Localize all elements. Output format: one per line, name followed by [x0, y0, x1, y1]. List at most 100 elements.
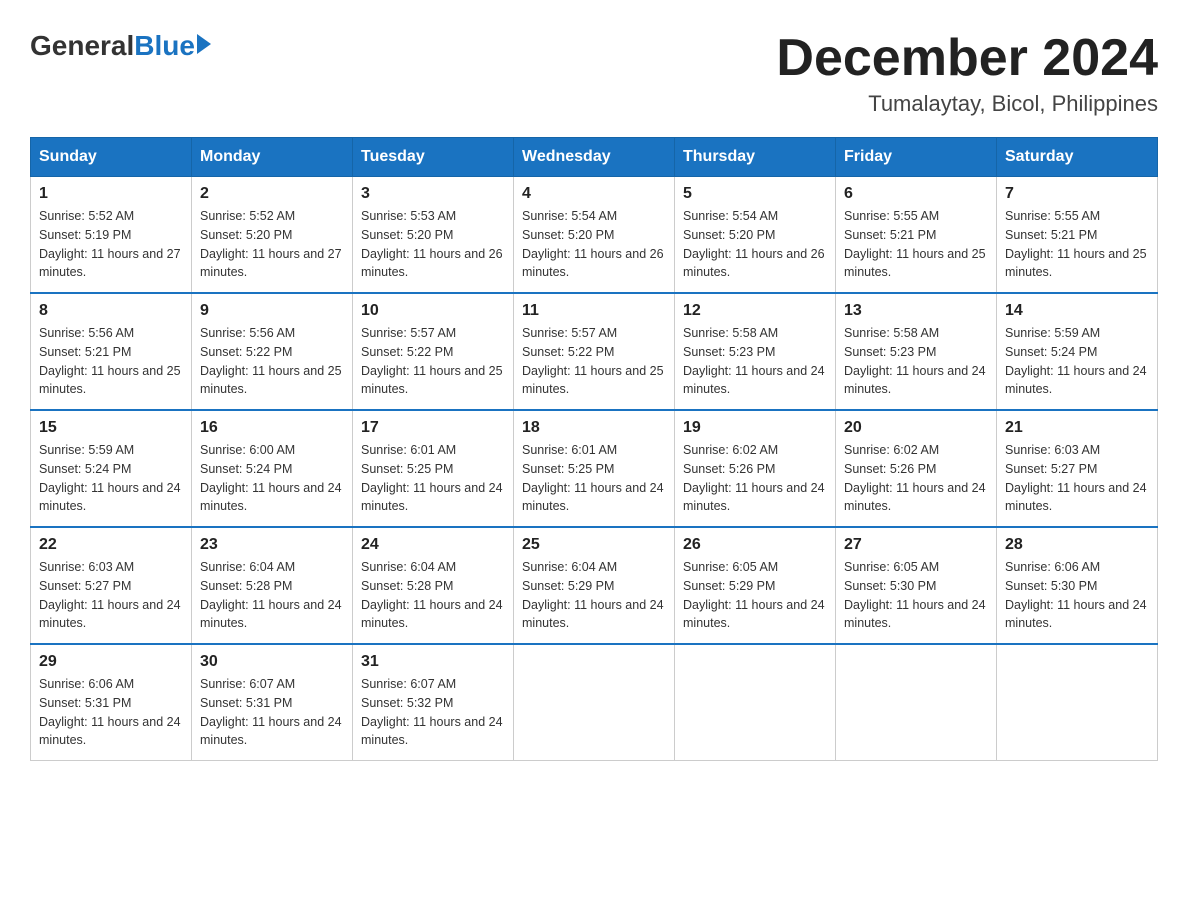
calendar-cell: 8 Sunrise: 5:56 AM Sunset: 5:21 PM Dayli…	[31, 293, 192, 410]
sunset-label: Sunset: 5:30 PM	[1005, 579, 1097, 593]
day-info: Sunrise: 6:07 AM Sunset: 5:31 PM Dayligh…	[200, 675, 344, 750]
day-number: 26	[683, 536, 827, 554]
sunrise-label: Sunrise: 6:01 AM	[522, 443, 617, 457]
sunset-label: Sunset: 5:22 PM	[522, 345, 614, 359]
day-number: 17	[361, 419, 505, 437]
calendar-cell: 17 Sunrise: 6:01 AM Sunset: 5:25 PM Dayl…	[353, 410, 514, 527]
daylight-label: Daylight: 11 hours and 26 minutes.	[522, 247, 664, 280]
sunrise-label: Sunrise: 6:04 AM	[200, 560, 295, 574]
sunset-label: Sunset: 5:30 PM	[844, 579, 936, 593]
day-info: Sunrise: 5:59 AM Sunset: 5:24 PM Dayligh…	[39, 441, 183, 516]
daylight-label: Daylight: 11 hours and 25 minutes.	[39, 364, 181, 397]
page-header: General Blue December 2024 Tumalaytay, B…	[30, 30, 1158, 117]
day-info: Sunrise: 6:01 AM Sunset: 5:25 PM Dayligh…	[522, 441, 666, 516]
sunset-label: Sunset: 5:20 PM	[361, 228, 453, 242]
logo-blue-text: Blue	[134, 30, 195, 62]
day-number: 9	[200, 302, 344, 320]
calendar-cell: 6 Sunrise: 5:55 AM Sunset: 5:21 PM Dayli…	[836, 177, 997, 294]
day-info: Sunrise: 5:54 AM Sunset: 5:20 PM Dayligh…	[522, 207, 666, 282]
sunset-label: Sunset: 5:31 PM	[39, 696, 131, 710]
daylight-label: Daylight: 11 hours and 24 minutes.	[522, 598, 664, 631]
day-number: 23	[200, 536, 344, 554]
calendar-cell: 30 Sunrise: 6:07 AM Sunset: 5:31 PM Dayl…	[192, 644, 353, 761]
sunrise-label: Sunrise: 6:06 AM	[39, 677, 134, 691]
sunrise-label: Sunrise: 6:05 AM	[683, 560, 778, 574]
day-number: 22	[39, 536, 183, 554]
daylight-label: Daylight: 11 hours and 25 minutes.	[522, 364, 664, 397]
sunrise-label: Sunrise: 6:02 AM	[683, 443, 778, 457]
calendar-cell: 12 Sunrise: 5:58 AM Sunset: 5:23 PM Dayl…	[675, 293, 836, 410]
day-info: Sunrise: 5:59 AM Sunset: 5:24 PM Dayligh…	[1005, 324, 1149, 399]
daylight-label: Daylight: 11 hours and 24 minutes.	[1005, 481, 1147, 514]
day-info: Sunrise: 6:03 AM Sunset: 5:27 PM Dayligh…	[1005, 441, 1149, 516]
day-info: Sunrise: 5:52 AM Sunset: 5:20 PM Dayligh…	[200, 207, 344, 282]
sunset-label: Sunset: 5:25 PM	[361, 462, 453, 476]
daylight-label: Daylight: 11 hours and 24 minutes.	[361, 481, 503, 514]
day-info: Sunrise: 6:05 AM Sunset: 5:30 PM Dayligh…	[844, 558, 988, 633]
daylight-label: Daylight: 11 hours and 24 minutes.	[844, 598, 986, 631]
calendar-cell: 18 Sunrise: 6:01 AM Sunset: 5:25 PM Dayl…	[514, 410, 675, 527]
day-number: 27	[844, 536, 988, 554]
daylight-label: Daylight: 11 hours and 24 minutes.	[361, 598, 503, 631]
sunset-label: Sunset: 5:24 PM	[200, 462, 292, 476]
calendar-cell: 21 Sunrise: 6:03 AM Sunset: 5:27 PM Dayl…	[997, 410, 1158, 527]
sunrise-label: Sunrise: 6:04 AM	[522, 560, 617, 574]
day-number: 4	[522, 185, 666, 203]
day-info: Sunrise: 6:01 AM Sunset: 5:25 PM Dayligh…	[361, 441, 505, 516]
sunrise-label: Sunrise: 5:55 AM	[1005, 209, 1100, 223]
sunset-label: Sunset: 5:21 PM	[1005, 228, 1097, 242]
daylight-label: Daylight: 11 hours and 24 minutes.	[844, 364, 986, 397]
daylight-label: Daylight: 11 hours and 27 minutes.	[39, 247, 181, 280]
sunset-label: Sunset: 5:19 PM	[39, 228, 131, 242]
sunrise-label: Sunrise: 6:07 AM	[200, 677, 295, 691]
sunrise-label: Sunrise: 5:54 AM	[683, 209, 778, 223]
calendar-body: 1 Sunrise: 5:52 AM Sunset: 5:19 PM Dayli…	[31, 177, 1158, 761]
sunset-label: Sunset: 5:21 PM	[844, 228, 936, 242]
day-number: 12	[683, 302, 827, 320]
sunrise-label: Sunrise: 5:55 AM	[844, 209, 939, 223]
sunset-label: Sunset: 5:29 PM	[522, 579, 614, 593]
day-number: 6	[844, 185, 988, 203]
day-info: Sunrise: 6:07 AM Sunset: 5:32 PM Dayligh…	[361, 675, 505, 750]
sunrise-label: Sunrise: 6:03 AM	[1005, 443, 1100, 457]
day-info: Sunrise: 5:56 AM Sunset: 5:21 PM Dayligh…	[39, 324, 183, 399]
calendar-cell: 7 Sunrise: 5:55 AM Sunset: 5:21 PM Dayli…	[997, 177, 1158, 294]
day-number: 8	[39, 302, 183, 320]
calendar-cell: 2 Sunrise: 5:52 AM Sunset: 5:20 PM Dayli…	[192, 177, 353, 294]
sunrise-label: Sunrise: 5:57 AM	[522, 326, 617, 340]
sunrise-label: Sunrise: 5:59 AM	[39, 443, 134, 457]
day-number: 1	[39, 185, 183, 203]
calendar-cell: 11 Sunrise: 5:57 AM Sunset: 5:22 PM Dayl…	[514, 293, 675, 410]
day-number: 2	[200, 185, 344, 203]
sunset-label: Sunset: 5:31 PM	[200, 696, 292, 710]
calendar-cell: 29 Sunrise: 6:06 AM Sunset: 5:31 PM Dayl…	[31, 644, 192, 761]
sunrise-label: Sunrise: 6:01 AM	[361, 443, 456, 457]
day-number: 7	[1005, 185, 1149, 203]
day-number: 19	[683, 419, 827, 437]
logo: General Blue	[30, 30, 211, 62]
sunrise-label: Sunrise: 6:07 AM	[361, 677, 456, 691]
sunset-label: Sunset: 5:29 PM	[683, 579, 775, 593]
day-number: 18	[522, 419, 666, 437]
sunrise-label: Sunrise: 6:02 AM	[844, 443, 939, 457]
logo-general-text: General	[30, 30, 134, 62]
day-info: Sunrise: 5:58 AM Sunset: 5:23 PM Dayligh…	[683, 324, 827, 399]
day-number: 30	[200, 653, 344, 671]
day-info: Sunrise: 5:56 AM Sunset: 5:22 PM Dayligh…	[200, 324, 344, 399]
calendar-cell: 13 Sunrise: 5:58 AM Sunset: 5:23 PM Dayl…	[836, 293, 997, 410]
calendar-cell: 1 Sunrise: 5:52 AM Sunset: 5:19 PM Dayli…	[31, 177, 192, 294]
calendar-table: Sunday Monday Tuesday Wednesday Thursday…	[30, 137, 1158, 761]
calendar-cell: 4 Sunrise: 5:54 AM Sunset: 5:20 PM Dayli…	[514, 177, 675, 294]
daylight-label: Daylight: 11 hours and 24 minutes.	[39, 598, 181, 631]
sunrise-label: Sunrise: 5:54 AM	[522, 209, 617, 223]
daylight-label: Daylight: 11 hours and 25 minutes.	[361, 364, 503, 397]
calendar-cell	[675, 644, 836, 761]
day-info: Sunrise: 5:58 AM Sunset: 5:23 PM Dayligh…	[844, 324, 988, 399]
sunset-label: Sunset: 5:27 PM	[1005, 462, 1097, 476]
daylight-label: Daylight: 11 hours and 24 minutes.	[200, 715, 342, 748]
day-info: Sunrise: 6:00 AM Sunset: 5:24 PM Dayligh…	[200, 441, 344, 516]
calendar-cell: 31 Sunrise: 6:07 AM Sunset: 5:32 PM Dayl…	[353, 644, 514, 761]
daylight-label: Daylight: 11 hours and 24 minutes.	[522, 481, 664, 514]
day-info: Sunrise: 5:55 AM Sunset: 5:21 PM Dayligh…	[1005, 207, 1149, 282]
daylight-label: Daylight: 11 hours and 24 minutes.	[683, 598, 825, 631]
